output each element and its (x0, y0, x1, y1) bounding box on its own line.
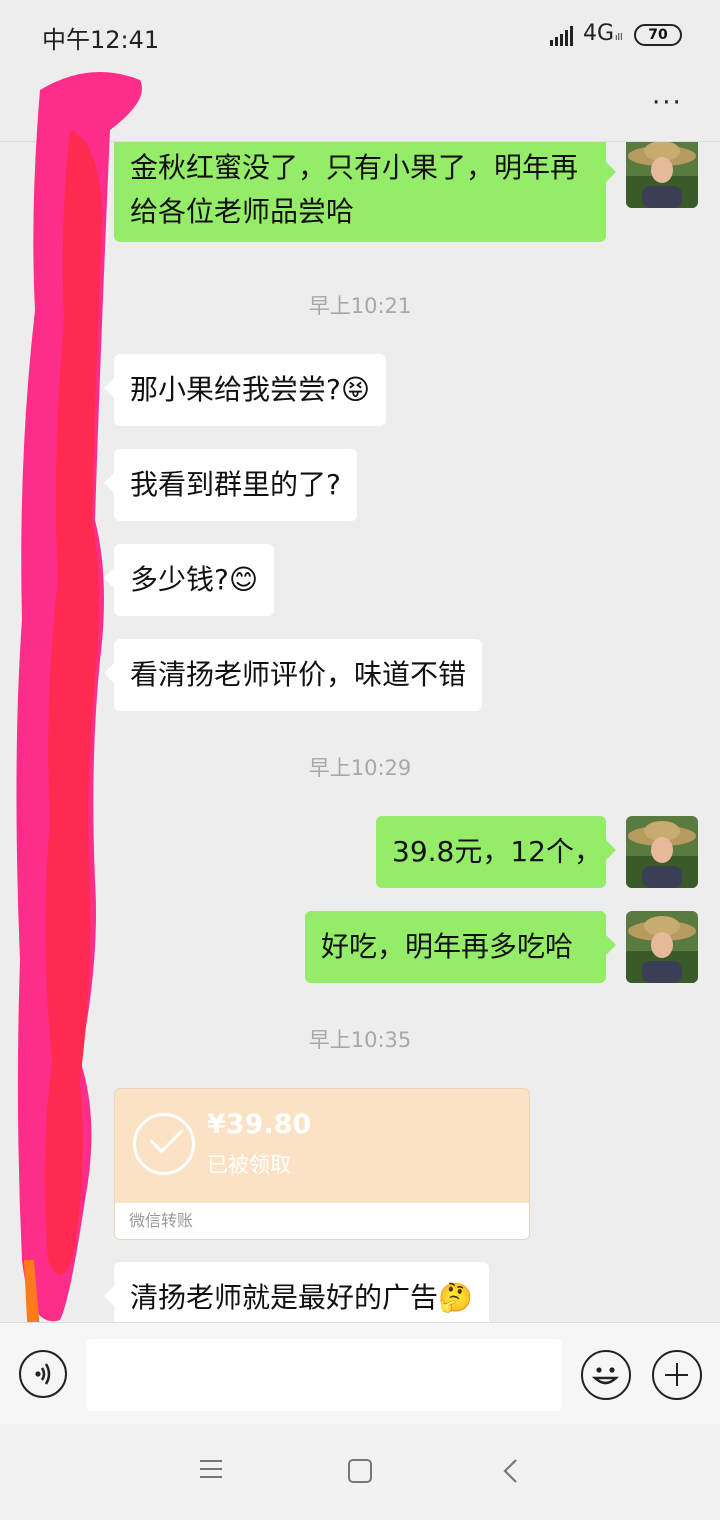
network-activity-icon: ıll (615, 33, 623, 43)
smiling-emoji-icon: 😊 (228, 563, 259, 596)
avatar[interactable] (626, 816, 698, 888)
signal-icon (550, 26, 573, 46)
voice-icon (35, 1363, 51, 1385)
message-text: 多少钱? (130, 563, 229, 596)
message-text: 好吃，明年再多吃哈 (321, 930, 574, 963)
input-bar (0, 1322, 720, 1424)
more-functions-plus-button[interactable] (652, 1350, 702, 1400)
smiley-icon (591, 1367, 620, 1385)
transfer-card[interactable]: ¥39.80 已被领取 微信转账 (114, 1088, 530, 1240)
check-circle-icon (133, 1113, 195, 1175)
message-text: 那小果给我尝尝? (130, 373, 341, 406)
avatar[interactable] (626, 911, 698, 983)
message-text: 39.8元，12个， (392, 835, 602, 868)
message-bubble-incoming[interactable]: 多少钱?😊 (103, 544, 275, 616)
transfer-amount: ¥39.80 (207, 1109, 312, 1140)
message-bubble-outgoing[interactable]: 39.8元，12个， (376, 816, 616, 888)
message-input[interactable] (86, 1339, 562, 1411)
network-type: 4Gıll (583, 21, 623, 46)
system-nav-bar (0, 1424, 720, 1520)
menu-icon[interactable] (200, 1458, 222, 1480)
timestamp: 早上10:29 (308, 756, 412, 780)
transfer-footer: 微信转账 (115, 1203, 529, 1239)
squinting-tongue-emoji-icon: 😝 (340, 373, 371, 406)
voice-input-button[interactable] (19, 1350, 67, 1398)
chat-header: ··· (0, 70, 720, 142)
timestamp: 早上10:35 (308, 1028, 412, 1052)
more-options-icon[interactable]: ··· (652, 88, 683, 118)
transfer-status: 已被领取 (207, 1153, 291, 1177)
chat-messages[interactable]: 金秋红蜜没了，只有小果了，明年再给各位老师品尝哈 早上10:21 那小果给我尝尝… (0, 142, 720, 1322)
back-arrow-icon[interactable] (500, 1458, 522, 1484)
avatar[interactable] (626, 142, 698, 208)
message-bubble-incoming[interactable]: 那小果给我尝尝?😝 (103, 354, 387, 426)
message-bubble-incoming[interactable]: 清扬老师就是最好的广告🤔 (104, 1262, 489, 1322)
status-bar: 中午12:41 4Gıll 70 (0, 0, 720, 70)
message-text: 金秋红蜜没了，只有小果了，明年再给各位老师品尝哈 (130, 151, 579, 228)
message-bubble-outgoing[interactable]: 好吃，明年再多吃哈 (305, 911, 616, 983)
message-bubble-incoming[interactable]: 看清扬老师评价，味道不错 (103, 639, 483, 711)
emoji-button[interactable] (581, 1350, 631, 1400)
network-label: 4G (583, 21, 615, 46)
back-icon[interactable] (66, 106, 100, 109)
message-bubble-incoming[interactable]: 我看到群里的了? (104, 449, 357, 521)
timestamp: 早上10:21 (308, 294, 412, 318)
message-text: 看清扬老师评价，味道不错 (130, 658, 467, 691)
message-bubble-outgoing[interactable]: 金秋红蜜没了，只有小果了，明年再给各位老师品尝哈 (114, 142, 616, 242)
home-icon[interactable] (348, 1459, 372, 1483)
battery-icon: 70 (634, 24, 682, 46)
thinking-emoji-icon: 🤔 (438, 1281, 473, 1314)
message-text: 清扬老师就是最好的广告 (130, 1281, 439, 1314)
message-text: 我看到群里的了? (130, 468, 341, 501)
status-time: 中午12:41 (42, 26, 160, 54)
